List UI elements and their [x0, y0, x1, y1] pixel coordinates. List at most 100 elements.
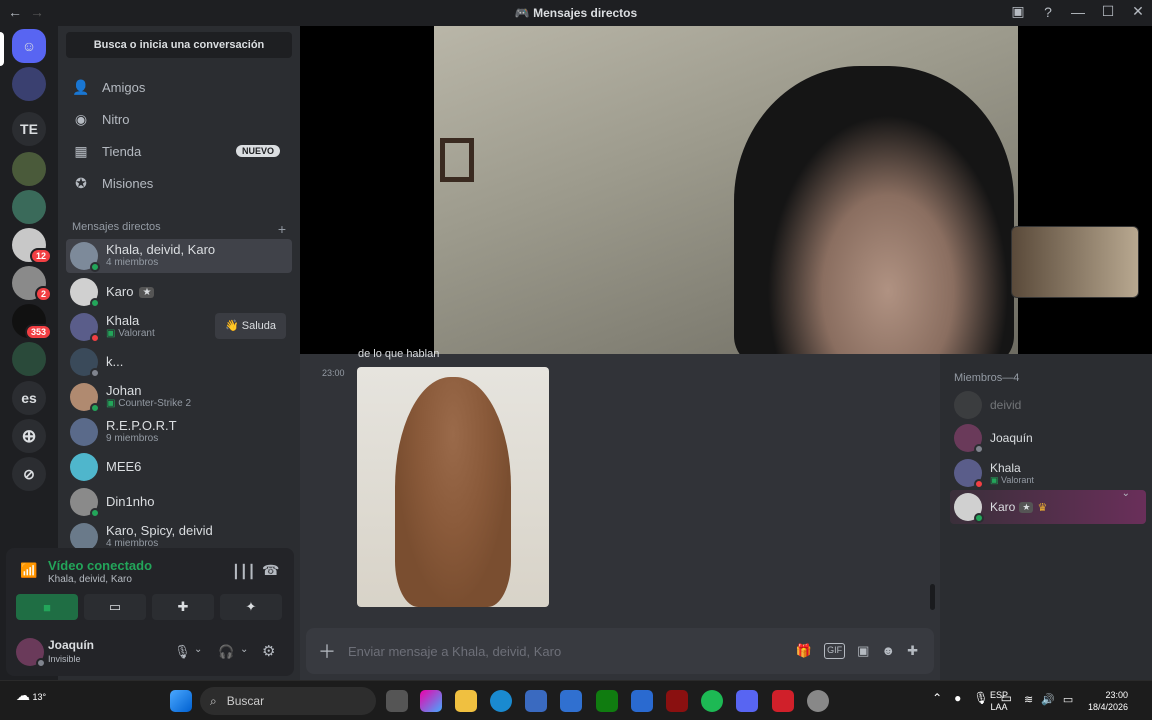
server-icon[interactable]: 353 [12, 304, 52, 340]
taskbar-search[interactable]: ⌕ Buscar [200, 687, 376, 715]
settings-gear-icon[interactable]: ⚙ [262, 642, 275, 660]
avatar[interactable] [16, 638, 46, 668]
start-button[interactable] [170, 690, 192, 712]
server-te[interactable]: TE [12, 112, 46, 146]
dm-item[interactable]: Johan ▣ Counter-Strike 2 [66, 380, 292, 414]
activities-icon: ✚ [177, 599, 189, 614]
server-icon[interactable] [12, 342, 46, 376]
avatar [954, 459, 984, 489]
user-panel: Joaquín Invisible 🎙 ⌄ 🎧 ⌄ ⚙ [6, 632, 294, 672]
minimize-icon[interactable]: — [1070, 4, 1086, 20]
server-icon[interactable] [12, 190, 46, 224]
file-explorer-icon[interactable] [455, 690, 477, 712]
xbox-icon[interactable] [596, 690, 618, 712]
dm-item[interactable]: k... [66, 345, 292, 379]
nav-tienda[interactable]: ▦ Tienda NUEVO [66, 136, 292, 166]
server-icon[interactable]: 2 [12, 266, 52, 302]
member-item[interactable]: Khala ▣ Valorant [950, 456, 1146, 490]
member-list: Miembros—4 deivid Joaquín Khala ▣ Valoran… [940, 354, 1152, 680]
wifi-icon[interactable]: ≋ [1024, 693, 1033, 706]
server-icon[interactable]: 12 [12, 228, 52, 264]
close-icon[interactable]: ✕ [1130, 3, 1146, 20]
dm-item[interactable]: MEE6 [66, 450, 292, 484]
home-button[interactable]: ☺ [12, 29, 46, 63]
dm-item[interactable]: Khala, deivid, Karo 4 miembros [66, 239, 292, 273]
member-item[interactable]: Joaquín [950, 421, 1146, 455]
nav-misiones[interactable]: ✪ Misiones [66, 168, 292, 198]
soundboard-button[interactable]: ✦ [220, 594, 282, 620]
disconnect-icon[interactable]: ☎ [262, 562, 279, 579]
search-conversation-button[interactable]: Busca o inicia una conversación [66, 32, 292, 58]
back-arrow-icon[interactable]: ← [8, 4, 22, 20]
emoji-icon[interactable]: ☻ [881, 643, 895, 659]
new-badge: NUEVO [235, 145, 280, 157]
chevron-down-icon[interactable]: ⌄ [240, 644, 248, 655]
spotify-icon[interactable] [701, 690, 723, 712]
app-icon[interactable] [560, 690, 582, 712]
add-server-icon[interactable]: ⊕ [12, 419, 46, 453]
app-icon[interactable] [666, 690, 688, 712]
outlook-icon[interactable] [631, 690, 653, 712]
discord-taskbar-icon[interactable] [736, 690, 758, 712]
forward-arrow-icon[interactable]: → [30, 4, 44, 20]
noise-suppression-icon[interactable]: ┃┃┃ [232, 564, 255, 580]
chat-scrollbar[interactable] [930, 584, 935, 610]
microphone-icon[interactable]: 🎙 [174, 644, 191, 660]
voice-channel-name: Khala, deivid, Karo [48, 574, 132, 585]
dm-item[interactable]: Khala ▣ Valorant 👋 Saluda [66, 310, 292, 344]
gift-icon[interactable]: 🎁 [796, 643, 812, 659]
member-item[interactable]: deivid [950, 388, 1146, 422]
edge-icon[interactable] [490, 690, 512, 712]
message-composer[interactable]: ＋ Enviar mensaje a Khala, deivid, Karo 🎁… [306, 628, 934, 674]
participant-video[interactable] [434, 26, 1018, 354]
headphones-icon[interactable]: 🎧 [218, 644, 234, 660]
clock[interactable]: 23:00 18/4/2026 [1088, 689, 1128, 713]
username[interactable]: Joaquín [48, 638, 94, 652]
task-view-icon[interactable] [386, 690, 408, 712]
dm-item[interactable]: Karo ★ [66, 275, 292, 309]
message-input[interactable]: Enviar mensaje a Khala, deivid, Karo [348, 644, 796, 659]
maximize-icon[interactable]: ☐ [1100, 3, 1116, 20]
nav-nitro[interactable]: ◉ Nitro [66, 104, 292, 134]
chevron-up-icon[interactable]: ⌃ [932, 691, 942, 705]
dog-image-attachment[interactable] [357, 367, 549, 607]
chevron-down-icon[interactable]: ⌄ [194, 644, 202, 655]
copilot-icon[interactable] [420, 690, 442, 712]
app-icon[interactable] [807, 690, 829, 712]
member-item[interactable]: Karo ★ ♛ ⌄ [950, 488, 1146, 524]
apps-icon[interactable]: ✚ [907, 643, 918, 659]
self-video-preview[interactable] [1011, 226, 1139, 298]
server-es[interactable]: es [12, 381, 46, 415]
app-icon[interactable] [772, 690, 794, 712]
activities-button[interactable]: ✚ [152, 594, 214, 620]
camera-button[interactable]: ■ [16, 594, 78, 620]
help-icon[interactable]: ? [1040, 4, 1056, 20]
volume-icon[interactable]: 🔊 [1041, 693, 1055, 706]
voice-status[interactable]: Vídeo conectado [48, 558, 152, 573]
weather-widget[interactable]: ☁ 13° [16, 687, 46, 704]
add-dm-icon[interactable]: + [278, 221, 286, 237]
sticker-icon[interactable]: ▣ [857, 643, 869, 659]
custom-emoji-icon: ★ [139, 286, 155, 298]
battery-icon[interactable]: ▭ [1063, 693, 1073, 706]
app-tray-icon[interactable]: ● [954, 691, 961, 705]
server-icon[interactable] [12, 67, 46, 101]
video-stage[interactable] [300, 26, 1152, 354]
language-indicator[interactable]: ESP LAA [990, 689, 1008, 713]
dm-item[interactable]: Din1nho [66, 485, 292, 519]
microphone-icon[interactable]: 🎙 [973, 691, 988, 705]
wave-button[interactable]: 👋 Saluda [214, 313, 286, 339]
dm-item[interactable]: R.E.P.O.R.T 9 miembros [66, 415, 292, 449]
chevron-down-icon[interactable]: ⌄ [1122, 488, 1130, 499]
store-icon[interactable] [525, 690, 547, 712]
avatar [954, 424, 984, 454]
nav-amigos[interactable]: 👤 Amigos [66, 72, 292, 102]
discover-icon[interactable]: ⊘ [12, 457, 46, 491]
shop-icon: ▦ [74, 142, 88, 159]
screen-share-button[interactable]: ▭ [84, 594, 146, 620]
attach-plus-icon[interactable]: ＋ [306, 638, 348, 664]
inbox-icon[interactable]: ▣ [1010, 3, 1026, 20]
server-icon[interactable] [12, 152, 46, 186]
custom-emoji-icon: ★ [1019, 501, 1034, 513]
gif-icon[interactable]: GIF [824, 643, 846, 659]
